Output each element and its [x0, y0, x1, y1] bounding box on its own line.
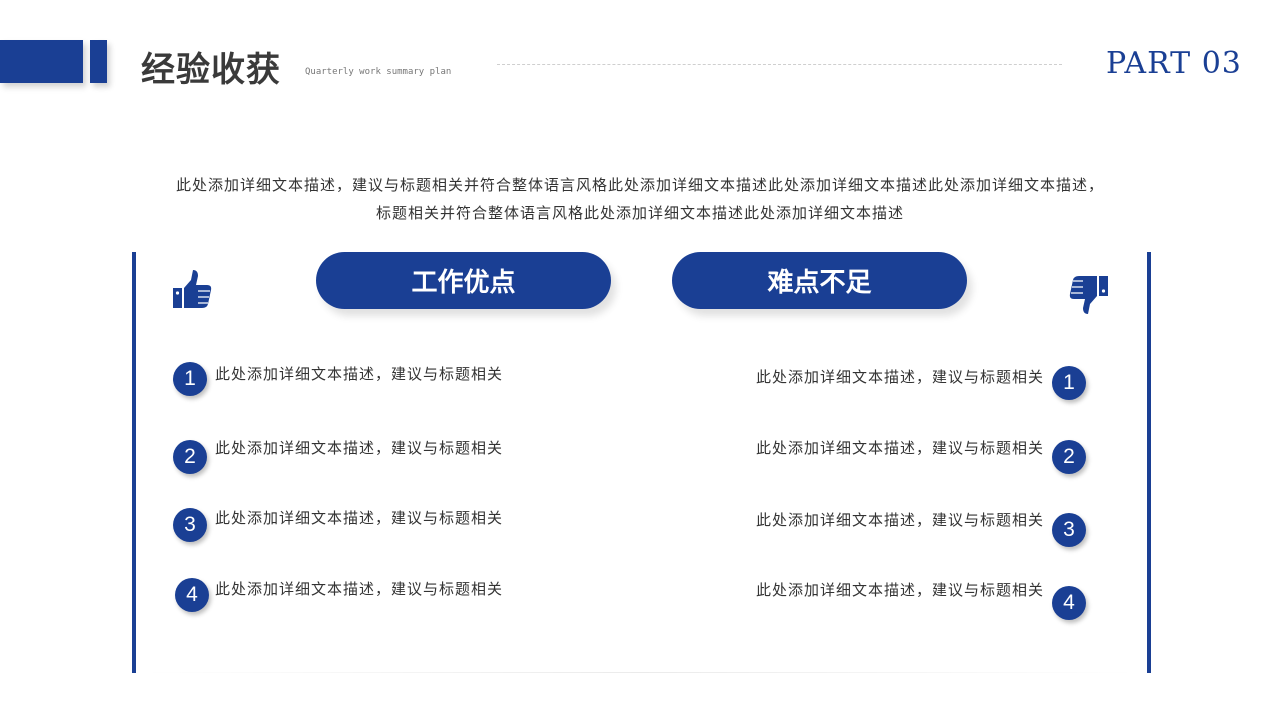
- thumbs-down-icon: [1068, 272, 1110, 316]
- weakness-item-4: 此处添加详细文本描述，建议与标题相关 4: [756, 581, 1087, 623]
- part-label: PART 03: [1106, 46, 1242, 81]
- weakness-item-text: 此处添加详细文本描述，建议与标题相关: [756, 581, 1045, 599]
- intro-paragraph: 此处添加详细文本描述，建议与标题相关并符合整体语言风格此处添加详细文本描述此处添…: [120, 171, 1160, 227]
- strength-item-text: 此处添加详细文本描述，建议与标题相关: [215, 439, 504, 457]
- header-accent-bar: [0, 40, 83, 83]
- number-badge: 3: [173, 508, 207, 542]
- weakness-item-text: 此处添加详细文本描述，建议与标题相关: [756, 510, 1045, 529]
- number-badge: 1: [1052, 366, 1087, 400]
- frame-bottom-shadow: [140, 672, 1140, 673]
- weaknesses-title-pill: 难点不足: [672, 252, 967, 309]
- page-title: 经验收获: [141, 50, 281, 90]
- strength-item-3: 3 此处添加详细文本描述，建议与标题相关: [173, 505, 503, 545]
- number-badge: 4: [1052, 586, 1087, 620]
- number-badge: 4: [175, 578, 209, 612]
- header-divider: [497, 64, 1062, 65]
- weakness-item-1: 此处添加详细文本描述，建议与标题相关 1: [756, 363, 1087, 403]
- number-badge: 2: [1052, 440, 1087, 474]
- number-badge: 2: [173, 440, 207, 474]
- strength-item-4: 4 此处添加详细文本描述，建议与标题相关: [175, 575, 503, 615]
- strength-item-2: 2 此处添加详细文本描述，建议与标题相关: [173, 437, 503, 477]
- frame-left-border: [132, 252, 136, 673]
- weakness-item-text: 此处添加详细文本描述，建议与标题相关: [756, 367, 1045, 386]
- strength-item-text: 此处添加详细文本描述，建议与标题相关: [215, 509, 504, 527]
- strength-item-1: 1 此处添加详细文本描述，建议与标题相关: [173, 359, 503, 399]
- weakness-item-text: 此处添加详细文本描述，建议与标题相关: [756, 439, 1045, 457]
- strengths-title-pill: 工作优点: [316, 252, 611, 309]
- number-badge: 3: [1052, 513, 1087, 547]
- header-accent-bar-small: [90, 40, 107, 83]
- weakness-item-3: 此处添加详细文本描述，建议与标题相关 3: [756, 510, 1087, 550]
- number-badge: 1: [173, 362, 207, 396]
- page-subtitle: Quarterly work summary plan: [305, 67, 452, 77]
- strength-item-text: 此处添加详细文本描述，建议与标题相关: [215, 580, 504, 598]
- intro-line-2: 标题相关并符合整体语言风格此处添加详细文本描述此处添加详细文本描述: [375, 204, 904, 222]
- intro-line-1: 此处添加详细文本描述，建议与标题相关并符合整体语言风格此处添加详细文本描述此处添…: [175, 176, 1104, 194]
- strength-item-text: 此处添加详细文本描述，建议与标题相关: [215, 364, 504, 383]
- frame-right-border: [1147, 252, 1151, 673]
- weakness-item-2: 此处添加详细文本描述，建议与标题相关 2: [756, 437, 1087, 477]
- thumbs-up-icon: [171, 268, 213, 312]
